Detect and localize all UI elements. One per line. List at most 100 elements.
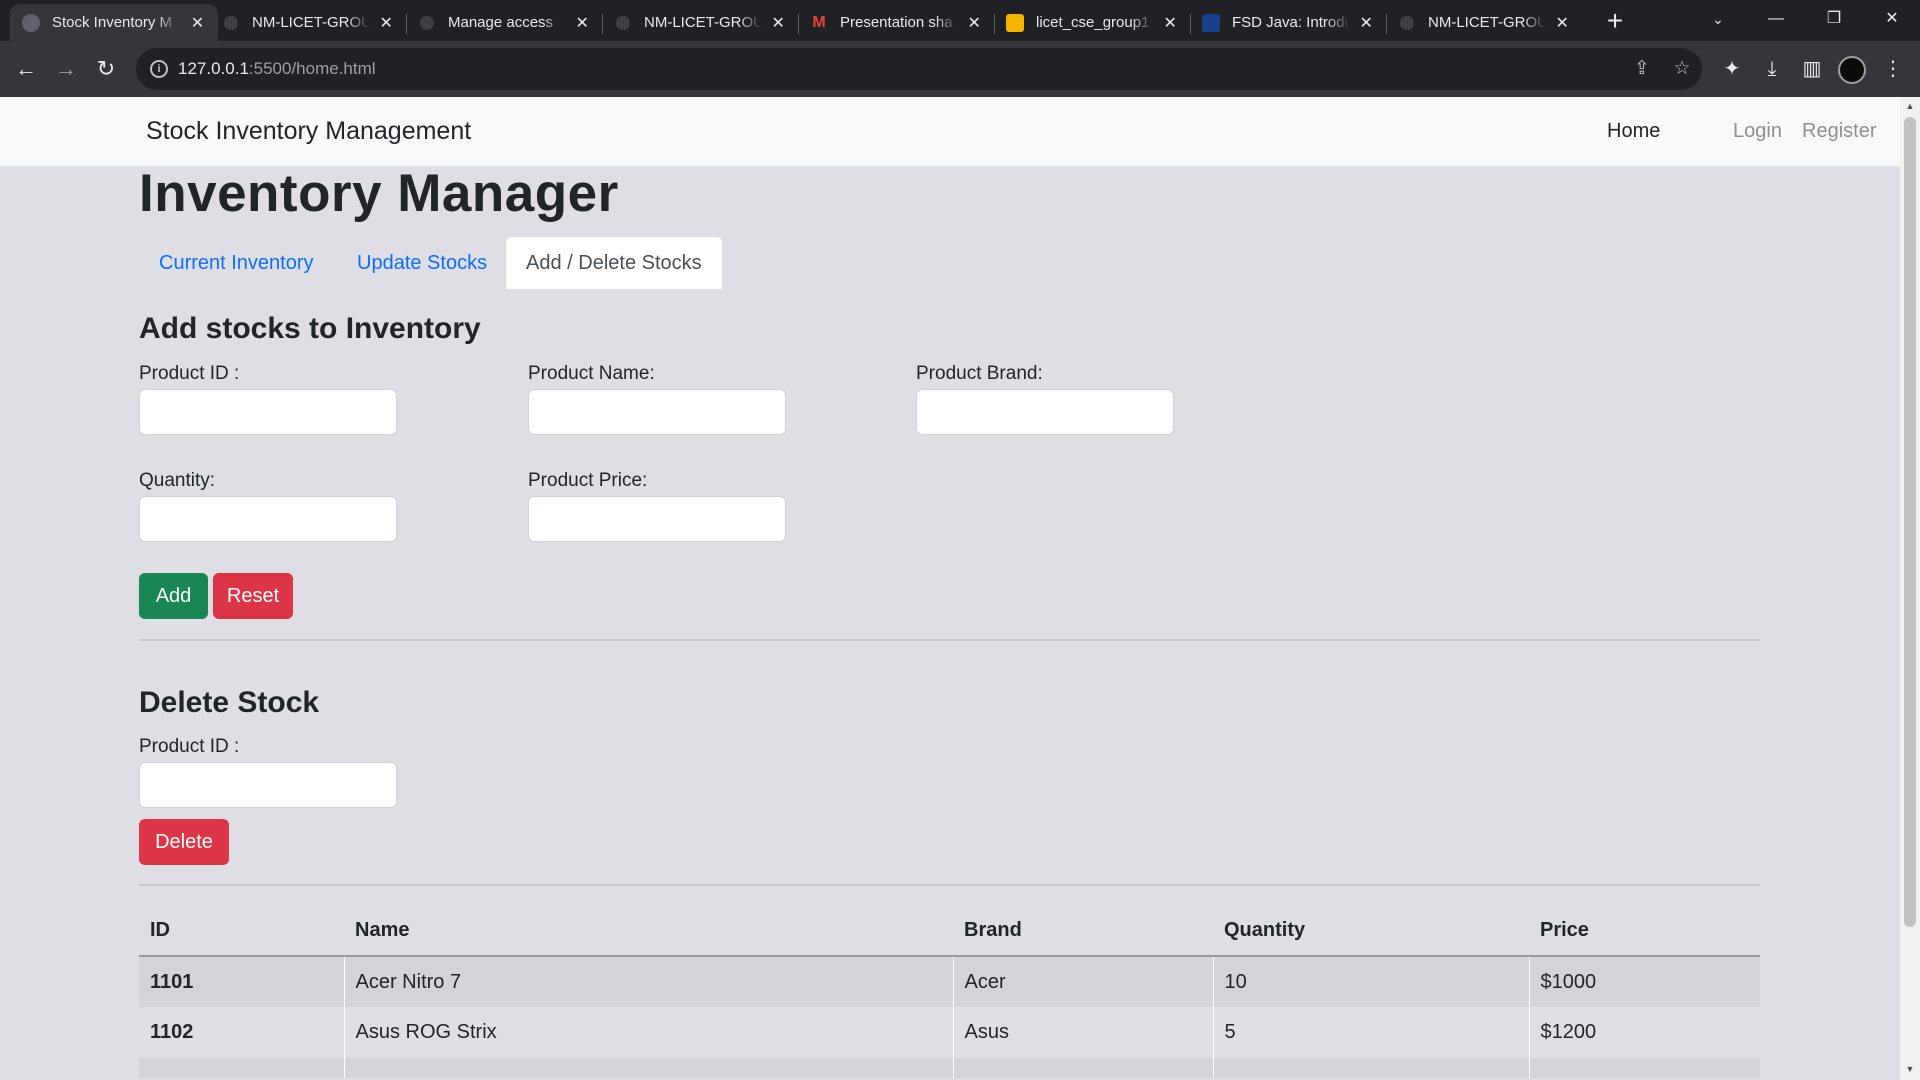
forward-icon[interactable]: → <box>48 51 84 87</box>
course-icon <box>1202 13 1220 32</box>
github-icon <box>418 13 436 32</box>
table-row: 1102 Asus ROG Strix Asus 5 $1200 <box>139 1007 1760 1058</box>
table-header-row: ID Name Brand Quantity Price <box>139 905 1760 957</box>
browser-tab[interactable]: NM-LICET-GROU ✕ <box>210 4 406 41</box>
gmail-icon: M <box>810 13 828 32</box>
minimize-icon[interactable]: — <box>1748 0 1804 41</box>
page-scrollbar[interactable]: ▲ ▼ <box>1900 97 1920 1080</box>
address-bar[interactable]: i 127.0.0.1:5500/home.html ⇪ ☆ <box>136 48 1702 90</box>
avatar[interactable] <box>1838 56 1866 84</box>
side-panel-icon[interactable]: ▥ <box>1797 54 1827 84</box>
divider <box>139 639 1760 641</box>
delete-button[interactable]: Delete <box>139 819 229 865</box>
product-price-label: Product Price: <box>528 470 648 491</box>
close-icon[interactable]: ✕ <box>189 13 206 33</box>
reload-icon[interactable]: ↻ <box>88 51 124 87</box>
product-id-input[interactable] <box>139 389 397 435</box>
browser-tab[interactable]: NM-LICET-GROU ✕ <box>1386 4 1582 41</box>
browser-tab-title: Manage access <box>448 14 554 31</box>
product-brand-input[interactable] <box>916 389 1174 435</box>
cell-empty <box>343 1058 953 1078</box>
page-viewport: Stock Inventory Management Home Login Re… <box>0 97 1900 1080</box>
site-info-icon[interactable]: i <box>150 60 168 78</box>
browser-tab-title: NM-LICET-GROU <box>252 14 371 31</box>
browser-tab[interactable]: NM-LICET-GROU ✕ <box>602 4 798 41</box>
delete-product-id-input[interactable] <box>139 762 397 808</box>
cell-empty <box>139 1058 344 1078</box>
nav-home-link[interactable]: Home <box>1607 120 1660 143</box>
reset-button[interactable]: Reset <box>213 573 293 619</box>
column-header-brand: Brand <box>953 905 1213 957</box>
close-icon[interactable]: ✕ <box>378 13 394 33</box>
inventory-table: ID Name Brand Quantity Price 1101 Acer N… <box>139 905 1760 1078</box>
product-id-label: Product ID : <box>139 363 240 384</box>
restore-icon[interactable]: ❐ <box>1806 0 1862 41</box>
column-header-name: Name <box>344 905 953 957</box>
quantity-label: Quantity: <box>139 470 216 491</box>
cell-price: $1000 <box>1528 956 1760 1007</box>
table-row <box>139 1058 1760 1078</box>
browser-tab[interactable]: licet_cse_group1 ✕ <box>994 4 1190 41</box>
browser-tab-title: NM-LICET-GROU <box>644 14 763 31</box>
globe-icon <box>22 13 40 32</box>
cell-empty <box>1212 1058 1529 1078</box>
product-name-input[interactable] <box>528 389 786 435</box>
github-icon <box>1398 13 1416 32</box>
scroll-up-arrow-icon[interactable]: ▲ <box>1900 101 1920 111</box>
close-icon[interactable]: ✕ <box>770 13 786 33</box>
column-header-id: ID <box>139 905 344 957</box>
scroll-down-arrow-icon[interactable]: ▼ <box>1900 1064 1920 1074</box>
cell-quantity: 5 <box>1212 1007 1529 1058</box>
new-tab-button[interactable]: + <box>1600 6 1630 36</box>
browser-tab-title: FSD Java: Introdu <box>1232 14 1351 31</box>
close-window-icon[interactable]: ✕ <box>1864 0 1920 41</box>
quantity-input[interactable] <box>139 496 397 542</box>
close-icon[interactable]: ✕ <box>1358 13 1374 33</box>
cell-brand: Acer <box>952 956 1213 1007</box>
add-button[interactable]: Add <box>139 573 208 619</box>
menu-icon[interactable]: ⋮ <box>1878 54 1908 84</box>
cell-brand: Asus <box>952 1007 1213 1058</box>
browser-tab[interactable]: FSD Java: Introdu ✕ <box>1190 4 1386 41</box>
page-title: Inventory Manager <box>139 164 619 223</box>
github-icon <box>614 13 632 32</box>
back-icon[interactable]: ← <box>8 51 44 87</box>
browser-tab-title: licet_cse_group1 <box>1036 14 1150 31</box>
cell-price: $1200 <box>1528 1007 1760 1058</box>
close-icon[interactable]: ✕ <box>1162 13 1178 33</box>
product-name-label: Product Name: <box>528 363 655 384</box>
extensions-icon[interactable]: ✦ <box>1717 54 1747 84</box>
browser-tab[interactable]: Stock Inventory M ✕ <box>10 4 218 41</box>
download-icon[interactable]: ⤓ <box>1757 54 1787 84</box>
divider <box>139 884 1760 886</box>
browser-tab-title: Stock Inventory M <box>52 14 173 31</box>
close-icon[interactable]: ✕ <box>1554 13 1570 33</box>
column-header-price: Price <box>1529 905 1760 957</box>
navbar-brand[interactable]: Stock Inventory Management <box>146 117 471 146</box>
browser-tab[interactable]: M Presentation sha ✕ <box>798 4 994 41</box>
nav-login-link[interactable]: Login <box>1733 120 1782 143</box>
column-header-quantity: Quantity <box>1213 905 1529 957</box>
cell-empty <box>1528 1058 1760 1078</box>
browser-tab-strip: Stock Inventory M ✕ NM-LICET-GROU ✕ Mana… <box>0 0 1920 41</box>
app-navbar: Stock Inventory Management Home Login Re… <box>0 97 1900 166</box>
nav-register-link[interactable]: Register <box>1802 120 1876 143</box>
slides-icon <box>1006 13 1024 32</box>
scrollbar-thumb[interactable] <box>1904 117 1916 927</box>
close-icon[interactable]: ✕ <box>574 13 590 33</box>
tab-add-delete-stocks[interactable]: Add / Delete Stocks <box>506 237 722 289</box>
cell-name: Acer Nitro 7 <box>343 956 953 1007</box>
browser-tab[interactable]: Manage access ✕ <box>406 4 602 41</box>
cell-empty <box>952 1058 1213 1078</box>
url-text: 127.0.0.1:5500/home.html <box>178 59 376 78</box>
tab-current-inventory[interactable]: Current Inventory <box>139 237 334 289</box>
delete-product-id-label: Product ID : <box>139 736 240 757</box>
cell-name: Asus ROG Strix <box>343 1007 953 1058</box>
tab-update-stocks[interactable]: Update Stocks <box>337 237 507 289</box>
browser-tab-title: Presentation sha <box>840 14 953 31</box>
share-icon[interactable]: ⇪ <box>1630 57 1654 81</box>
bookmark-star-icon[interactable]: ☆ <box>1670 57 1694 81</box>
close-icon[interactable]: ✕ <box>966 13 982 33</box>
product-price-input[interactable] <box>528 496 786 542</box>
tab-search-icon[interactable]: ⌄ <box>1690 0 1746 41</box>
